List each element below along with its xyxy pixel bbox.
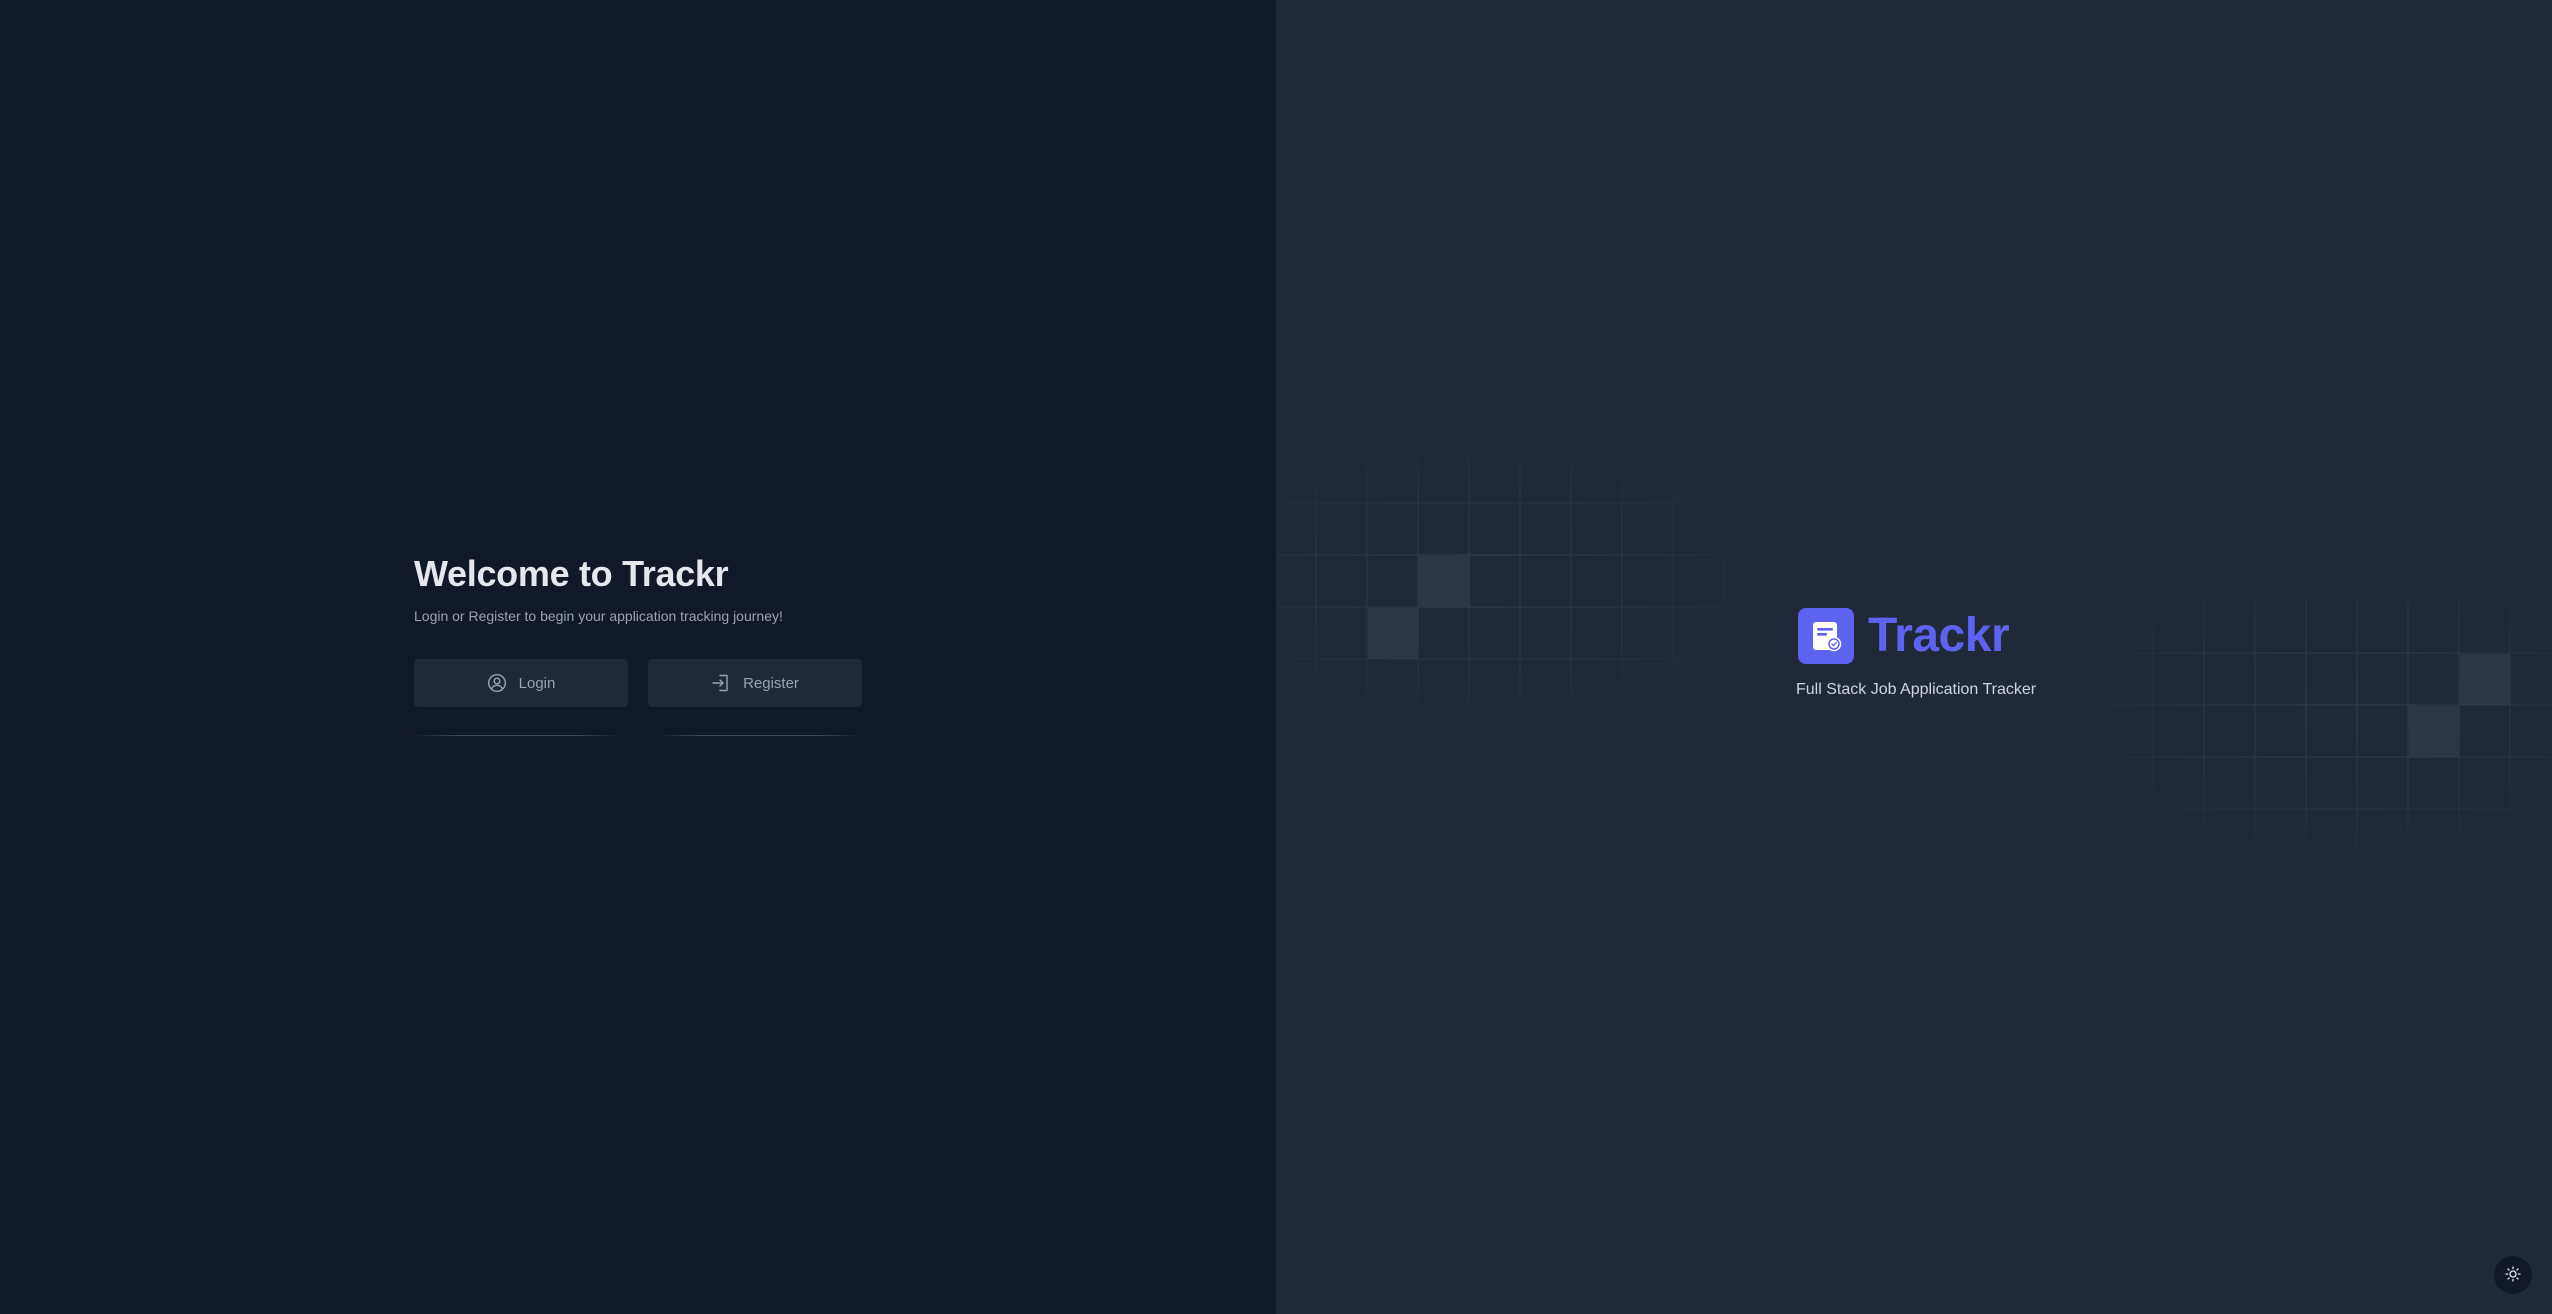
- button-underline-row: [414, 707, 862, 737]
- document-check-icon: [1798, 608, 1854, 664]
- login-arrow-icon: [711, 673, 731, 693]
- login-button[interactable]: Login: [414, 659, 628, 707]
- register-button[interactable]: Register: [648, 659, 862, 707]
- theme-toggle-button[interactable]: [2494, 1256, 2532, 1294]
- register-button-label: Register: [743, 674, 799, 692]
- page-subtitle: Login or Register to begin your applicat…: [414, 608, 783, 624]
- auth-panel: Welcome to Trackr Login or Register to b…: [0, 0, 1276, 1314]
- page-title: Welcome to Trackr: [414, 553, 729, 594]
- brand-tagline: Full Stack Job Application Tracker: [1796, 681, 2037, 698]
- login-underline: [414, 735, 620, 736]
- brand-block: Trackr Full Stack Job Application Tracke…: [1796, 608, 2096, 700]
- brand-panel: Trackr Full Stack Job Application Tracke…: [1276, 0, 2552, 1314]
- auth-page: Welcome to Trackr Login or Register to b…: [0, 0, 2552, 1314]
- auth-button-row: Login Register: [414, 659, 862, 707]
- login-button-label: Login: [518, 674, 556, 692]
- brand-name: Trackr: [1868, 609, 2010, 662]
- sun-icon: [2505, 1265, 2521, 1285]
- user-circle-icon: [487, 673, 507, 693]
- brand-logo-row: Trackr: [1798, 608, 2096, 664]
- register-underline: [656, 735, 862, 736]
- auth-block: Welcome to Trackr Login or Register to b…: [414, 552, 862, 737]
